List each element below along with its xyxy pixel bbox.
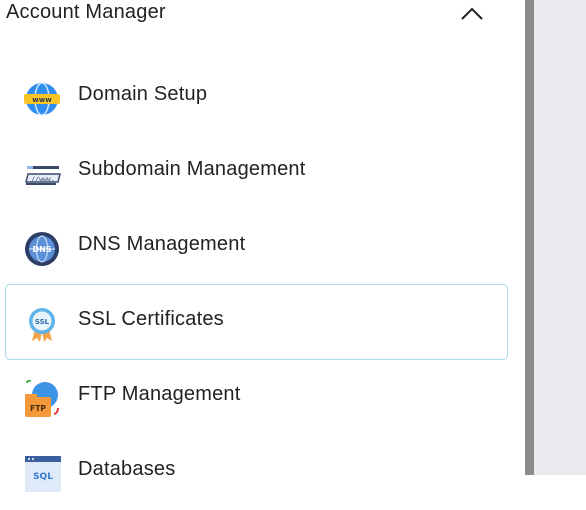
svg-text://www.: //www. xyxy=(31,175,54,183)
www-link-icon: //www. xyxy=(25,166,61,185)
menu-item-dns-management[interactable]: DNS DNS Management xyxy=(5,209,508,285)
menu-item-label: Domain Setup xyxy=(78,83,208,105)
account-manager-panel: Account Manager www Domain Setup //www. … xyxy=(0,0,525,492)
menu-item-label: SSL Certificates xyxy=(78,308,224,330)
svg-text:FTP: FTP xyxy=(30,404,46,413)
menu-item-label: Databases xyxy=(78,458,176,480)
menu-item-ftp-management[interactable]: FTP FTP Management xyxy=(5,359,508,435)
ftp-folder-icon: FTP xyxy=(25,380,59,417)
svg-text:SSL: SSL xyxy=(35,318,50,326)
ssl-badge-icon: SSL xyxy=(29,308,55,342)
section-title: Account Manager xyxy=(6,1,166,23)
sql-database-icon: SQL xyxy=(25,456,61,492)
svg-text:DNS: DNS xyxy=(32,245,51,254)
menu-item-subdomain-management[interactable]: //www. Subdomain Management xyxy=(5,134,508,210)
chevron-up-icon[interactable] xyxy=(460,6,484,20)
menu-item-ssl-certificates[interactable]: SSL SSL Certificates xyxy=(5,284,508,360)
menu-item-label: FTP Management xyxy=(78,383,241,405)
globe-www-icon: www xyxy=(24,82,60,116)
menu-item-label: Subdomain Management xyxy=(78,158,306,180)
menu-item-label: DNS Management xyxy=(78,233,246,255)
svg-text:SQL: SQL xyxy=(33,472,53,482)
svg-text:www: www xyxy=(32,96,52,104)
menu-item-databases[interactable]: SQL Databases xyxy=(5,434,508,510)
account-manager-header[interactable]: Account Manager xyxy=(0,0,525,30)
dns-globe-icon: DNS xyxy=(25,232,59,266)
content-area xyxy=(534,0,586,475)
panel-divider[interactable] xyxy=(525,0,534,475)
menu-item-domain-setup[interactable]: www Domain Setup xyxy=(5,59,508,135)
